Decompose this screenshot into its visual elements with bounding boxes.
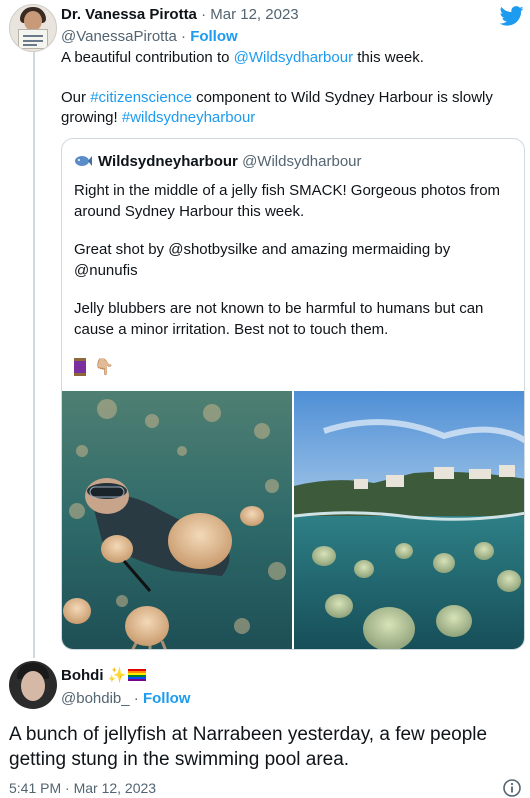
- separator-dot: ·: [201, 6, 207, 23]
- follow-button[interactable]: Follow: [143, 690, 191, 707]
- tweet-text-line: growing! #wildsydneyharbour: [61, 108, 521, 128]
- quoted-author-handle[interactable]: @Wildsydharbour: [242, 153, 361, 170]
- tweet-header: Dr. Vanessa Pirotta · Mar 12, 2023: [61, 6, 299, 23]
- tweet-body: A bunch of jellyfish at Narrabeen yester…: [9, 722, 524, 772]
- rainbow-flag-icon: [128, 669, 147, 681]
- tweet-timestamp[interactable]: 5:41 PM · Mar 12, 2023: [9, 780, 156, 796]
- author-name[interactable]: Dr. Vanessa Pirotta: [61, 6, 197, 23]
- quoted-text-line: cause a minor irritation. Best not to to…: [74, 321, 389, 338]
- thread-connector-line: [33, 52, 35, 658]
- pointing-down-emoji: 👇🏼: [94, 359, 114, 376]
- quoted-text-line: around Sydney Harbour this week.: [74, 203, 305, 220]
- sparkles-emoji: ✨: [107, 667, 127, 684]
- text-segment: component to Wild Sydney Harbour is slow…: [191, 89, 493, 106]
- text-segment: this week.: [353, 49, 424, 66]
- author-name[interactable]: Bohdi: [61, 667, 104, 684]
- hashtag-link[interactable]: #citizenscience: [90, 89, 192, 106]
- quoted-text-line: Jelly blubbers are not known to be harmf…: [74, 300, 484, 317]
- tweet-text-line: A beautiful contribution to @Wildsydharb…: [61, 48, 521, 68]
- text-segment: growing!: [61, 109, 122, 126]
- author-handle-row: @VanessaPirotta · Follow: [61, 28, 238, 45]
- author-handle[interactable]: @bohdib_: [61, 690, 130, 707]
- quoted-author-name[interactable]: Wildsydneyharbour: [98, 153, 238, 170]
- thread-spool-emoji: [74, 358, 86, 376]
- info-icon[interactable]: [502, 778, 522, 798]
- twitter-bird-icon[interactable]: [500, 6, 524, 26]
- hashtag-link[interactable]: #wildsydneyharbour: [122, 109, 255, 126]
- mention-link[interactable]: @Wildsydharbour: [234, 49, 353, 66]
- separator-dot: ·: [181, 28, 187, 45]
- text-segment: Our: [61, 89, 91, 106]
- follow-button[interactable]: Follow: [190, 28, 238, 45]
- fish-icon: [75, 156, 92, 166]
- author-handle-row: @bohdib_ · Follow: [61, 690, 190, 707]
- author-handle[interactable]: @VanessaPirotta: [61, 28, 177, 45]
- tweet-date[interactable]: Mar 12, 2023: [210, 6, 298, 23]
- harbour-split-photo[interactable]: [294, 391, 525, 650]
- tweet-text-line: getting stung in the swimming pool area.: [9, 749, 350, 770]
- emoji-row: 👇🏼: [74, 357, 114, 377]
- quoted-text-line: Great shot by @shotbysilke and amazing m…: [74, 241, 451, 258]
- quoted-text-line: Right in the middle of a jelly fish SMAC…: [74, 182, 501, 199]
- jellyfish-diver-photo[interactable]: [62, 391, 292, 650]
- avatar[interactable]: [9, 4, 57, 52]
- separator-dot: ·: [133, 690, 139, 707]
- quoted-tweet-header: Wildsydneyharbour @Wildsydharbour: [74, 153, 362, 170]
- tweet-text-line: Our #citizenscience component to Wild Sy…: [61, 88, 521, 108]
- avatar[interactable]: [9, 661, 57, 709]
- quoted-text-line: @nunufis: [74, 262, 138, 279]
- tweet-text-line: A bunch of jellyfish at Narrabeen yester…: [9, 724, 488, 745]
- text-segment: A beautiful contribution to: [61, 49, 234, 66]
- quoted-tweet-card[interactable]: Wildsydneyharbour @Wildsydharbour Right …: [61, 138, 525, 650]
- author-name-row: Bohdi ✨: [61, 666, 147, 684]
